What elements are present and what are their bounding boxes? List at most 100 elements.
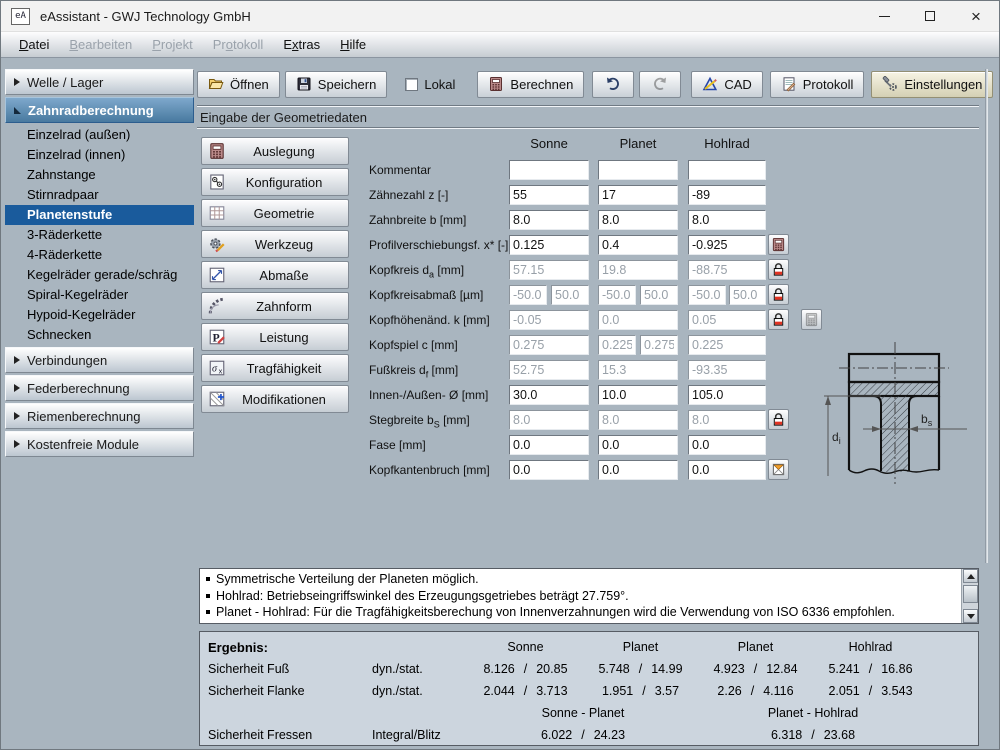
form-row-kopfhoehenaend: Kopfhöhenänd. k [mm] — [369, 308, 849, 333]
p-pencil-icon — [208, 328, 226, 346]
profilverschiebung-sonne-input[interactable] — [509, 235, 589, 255]
lokal-label: Lokal — [424, 76, 456, 92]
profilverschiebung-calculator-button[interactable] — [768, 234, 789, 255]
sidebar-section-welle-lager[interactable]: Welle / Lager — [5, 69, 194, 95]
kopfkantenbruch-sonne-input[interactable] — [509, 460, 589, 480]
tragfaehigkeit-button[interactable]: Tragfähigkeit — [201, 354, 349, 382]
lokal-checkbox[interactable] — [405, 77, 419, 91]
menu-hilfe[interactable]: Hilfe — [330, 34, 376, 55]
sidebar-item-planetenstufe[interactable]: Planetenstufe — [5, 205, 194, 225]
kopfkreisabmass-lock-button[interactable] — [768, 284, 789, 305]
cad-button[interactable]: CAD — [691, 70, 763, 98]
fase-hohlrad-input[interactable] — [688, 435, 766, 455]
tools-icon — [882, 76, 898, 92]
kopfkreisabmass-hohlrad-unten-input — [688, 285, 726, 305]
toolbar: Öffnen Speichern Lokal Berechnen CAD Pro… — [197, 70, 994, 98]
scroll-down-button[interactable] — [963, 609, 978, 623]
sidebar: Welle / Lager Zahnradberechnung Einzelra… — [5, 69, 194, 459]
sidebar-item-stirnradpaar[interactable]: Stirnradpaar — [5, 185, 194, 205]
kommentar-planet-input[interactable] — [598, 160, 678, 180]
konfiguration-button[interactable]: Konfiguration — [201, 168, 349, 196]
maximize-button[interactable] — [907, 1, 953, 31]
sidebar-section-zahnradberechnung[interactable]: Zahnradberechnung — [5, 97, 194, 123]
close-button[interactable]: × — [953, 1, 999, 31]
fase-sonne-input[interactable] — [509, 435, 589, 455]
divider — [197, 127, 979, 129]
sidebar-item-4-raederkette[interactable]: 4-Räderkette — [5, 245, 194, 265]
sidebar-section-federberechnung[interactable]: Federberechnung — [5, 375, 194, 401]
profilverschiebung-hohlrad-input[interactable] — [688, 235, 766, 255]
message-scrollbar[interactable] — [961, 569, 978, 623]
maximize-icon — [925, 11, 935, 21]
stegbreite-lock-button[interactable] — [768, 409, 789, 430]
geometrie-button[interactable]: Geometrie — [201, 199, 349, 227]
kopfspiel-planet-2-input — [640, 335, 678, 355]
profilverschiebung-planet-input[interactable] — [598, 235, 678, 255]
floppy-disk-icon — [296, 76, 312, 92]
zaehnezahl-planet-input[interactable] — [598, 185, 678, 205]
sidebar-section-verbindungen[interactable]: Verbindungen — [5, 347, 194, 373]
sidebar-item-hypoid-kegelraeder[interactable]: Hypoid-Kegelräder — [5, 305, 194, 325]
modifikationen-button[interactable]: Modifikationen — [201, 385, 349, 413]
scrollbar-thumb[interactable] — [963, 585, 978, 603]
scroll-up-button[interactable] — [963, 569, 978, 583]
kopfkantenbruch-planet-input[interactable] — [598, 460, 678, 480]
sidebar-item-spiral-kegelraeder[interactable]: Spiral-Kegelräder — [5, 285, 194, 305]
sidebar-item-schnecken[interactable]: Schnecken — [5, 325, 194, 345]
zahnform-button[interactable]: Zahnform — [201, 292, 349, 320]
kopfkantenbruch-chamfer-button[interactable] — [768, 459, 789, 480]
sigma-icon — [208, 359, 226, 377]
kopfspiel-hohlrad-input — [688, 335, 766, 355]
innen-aussen-sonne-input[interactable] — [509, 385, 589, 405]
calculate-button[interactable]: Berechnen — [477, 70, 585, 98]
kopfkantenbruch-hohlrad-input[interactable] — [688, 460, 766, 480]
sidebar-item-3-raederkette[interactable]: 3-Räderkette — [5, 225, 194, 245]
result-value: 6.022/24.23 — [540, 728, 626, 742]
save-button[interactable]: Speichern — [284, 70, 388, 98]
sidebar-item-einzelrad-innen[interactable]: Einzelrad (innen) — [5, 145, 194, 165]
sidebar-section-kostenfreie-module[interactable]: Kostenfreie Module — [5, 431, 194, 457]
app-window: eA eAssistant - GWJ Technology GmbH × Da… — [0, 0, 1000, 750]
kopfkreisabmass-sonne-oben-input — [551, 285, 589, 305]
zahnbreite-sonne-input[interactable] — [509, 210, 589, 230]
werkzeug-button[interactable]: Werkzeug — [201, 230, 349, 258]
stegbreite-sonne-input — [509, 410, 589, 430]
result-row-label: Sicherheit Flanke — [208, 684, 305, 698]
undo-button[interactable] — [592, 70, 635, 98]
minimize-button[interactable] — [861, 1, 907, 31]
message-box: Symmetrische Verteilung der Planeten mög… — [199, 568, 979, 624]
menu-extras[interactable]: Extras — [273, 34, 330, 55]
form-row-fase: Fase [mm] — [369, 433, 849, 458]
kopfhoehenaend-lock-button[interactable] — [768, 309, 789, 330]
settings-button[interactable]: Einstellungen — [871, 70, 994, 98]
zaehnezahl-hohlrad-input[interactable] — [688, 185, 766, 205]
sidebar-section-riemenberechnung[interactable]: Riemenberechnung — [5, 403, 194, 429]
open-button[interactable]: Öffnen — [197, 70, 280, 98]
innen-aussen-hohlrad-input[interactable] — [688, 385, 766, 405]
protocol-button[interactable]: Protokoll — [769, 70, 865, 98]
result-row-label: Sicherheit Fuß — [208, 662, 290, 676]
sidebar-item-kegelraeder[interactable]: Kegelräder gerade/schräg — [5, 265, 194, 285]
lock-icon — [771, 287, 786, 302]
fusskreis-sonne-input — [509, 360, 589, 380]
kommentar-sonne-input[interactable] — [509, 160, 589, 180]
menu-datei[interactable]: Datei — [9, 34, 59, 55]
zahnbreite-hohlrad-input[interactable] — [688, 210, 766, 230]
results-pair-header-planet-hohlrad: Planet - Hohlrad — [767, 706, 859, 720]
sidebar-item-zahnstange[interactable]: Zahnstange — [5, 165, 194, 185]
section-title: Eingabe der Geometriedaten — [200, 110, 367, 125]
zaehnezahl-sonne-input[interactable] — [509, 185, 589, 205]
result-value: 5.241/16.86 — [828, 662, 913, 676]
kommentar-hohlrad-input[interactable] — [688, 160, 766, 180]
kopfkreis-lock-button[interactable] — [768, 259, 789, 280]
abmasse-button[interactable]: Abmaße — [201, 261, 349, 289]
form-row-kopfkreisabmass: Kopfkreisabmaß [µm] — [369, 283, 849, 308]
sidebar-item-einzelrad-aussen[interactable]: Einzelrad (außen) — [5, 125, 194, 145]
auslegung-button[interactable]: Auslegung — [201, 137, 349, 165]
menu-bar: Datei Bearbeiten Projekt Protokoll Extra… — [1, 32, 999, 58]
fase-planet-input[interactable] — [598, 435, 678, 455]
zahnbreite-planet-input[interactable] — [598, 210, 678, 230]
leistung-button[interactable]: Leistung — [201, 323, 349, 351]
title-bar: eA eAssistant - GWJ Technology GmbH × — [1, 1, 999, 32]
innen-aussen-planet-input[interactable] — [598, 385, 678, 405]
